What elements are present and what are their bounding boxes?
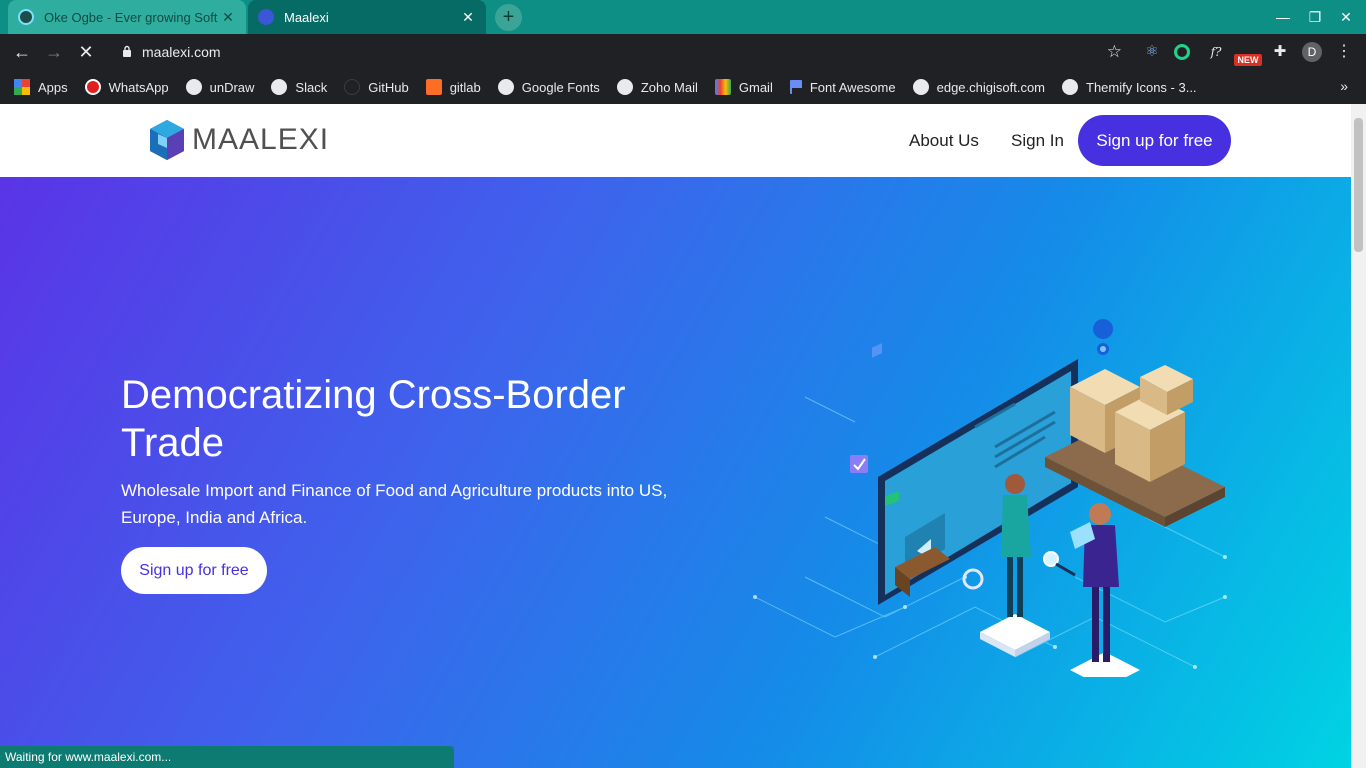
restore-icon[interactable]: ❐ <box>1299 0 1331 34</box>
menu-kebab-icon[interactable]: ⋮ <box>1334 42 1354 62</box>
stop-loading-icon[interactable]: ✕ <box>73 39 99 65</box>
tab-strip: Oke Ogbe - Ever growing Soft ✕ Maalexi ✕… <box>0 0 1366 34</box>
status-bar: Waiting for www.maalexi.com... <box>0 746 454 768</box>
back-icon[interactable]: ← <box>9 39 35 65</box>
bookmark-label: Slack <box>295 79 328 95</box>
profile-avatar[interactable]: D <box>1302 42 1322 62</box>
site-logo[interactable]: MAALEXI <box>148 118 329 162</box>
nav-signup-button[interactable]: Sign up for free <box>1078 115 1231 166</box>
trade-illustration <box>753 319 1227 677</box>
close-tab-icon[interactable]: ✕ <box>220 9 236 26</box>
bookmark-label: unDraw <box>209 79 255 95</box>
browser-toolbar: ← → ✕ maalexi.com ☆ ⚛ f? NEW ✚ D ⋮ <box>0 34 1366 70</box>
bookmark-star-icon[interactable]: ☆ <box>1107 42 1122 62</box>
page-scrollbar[interactable] <box>1351 104 1366 768</box>
bookmark-label: GitHub <box>368 79 409 95</box>
bookmark-label: Zoho Mail <box>640 79 698 95</box>
nav-sign-in[interactable]: Sign In <box>1011 131 1064 151</box>
whatfont-icon[interactable]: f? <box>1206 42 1226 62</box>
react-icon <box>18 9 34 25</box>
lock-icon <box>123 45 131 57</box>
hero-title: Democratizing Cross-Border Trade <box>121 373 626 465</box>
github-icon <box>344 79 361 95</box>
bookmark-undraw[interactable]: unDraw <box>185 79 255 95</box>
scrollbar-thumb[interactable] <box>1354 118 1363 252</box>
new-badge[interactable]: NEW <box>1234 54 1262 66</box>
close-tab-icon[interactable]: ✕ <box>460 9 476 26</box>
globe-icon <box>271 79 288 95</box>
url-text: maalexi.com <box>142 44 221 60</box>
web-page: MAALEXI About Us Sign In Sign up for fre… <box>0 104 1351 768</box>
tab-maalexi[interactable]: Maalexi ✕ <box>248 0 486 34</box>
nav-about-us[interactable]: About Us <box>909 131 979 151</box>
bookmark-label: gitlab <box>449 79 481 95</box>
more-bookmarks-icon[interactable]: » <box>1340 78 1348 94</box>
bookmark-label: Gmail <box>738 79 773 95</box>
hero-section: Democratizing Cross-Border Trade Wholesa… <box>0 177 1351 768</box>
forward-icon[interactable]: → <box>41 39 67 65</box>
site-header: MAALEXI About Us Sign In Sign up for fre… <box>0 104 1351 177</box>
bookmark-gmail[interactable]: Gmail <box>714 79 773 95</box>
tab-oke-ogbe[interactable]: Oke Ogbe - Ever growing Soft ✕ <box>8 0 246 34</box>
bookmark-font-awesome[interactable]: Font Awesome <box>789 79 896 95</box>
gmail-icon <box>714 79 731 95</box>
grammarly-icon[interactable] <box>1174 44 1190 60</box>
logo-text: MAALEXI <box>192 123 330 156</box>
bookmark-edge-chigisoft[interactable]: edge.chigisoft.com <box>912 79 1046 95</box>
bookmark-themify-icons[interactable]: Themify Icons - 3... <box>1062 79 1197 95</box>
bookmark-apps[interactable]: Apps <box>14 79 68 95</box>
globe-icon <box>497 79 514 95</box>
hero-subtitle: Wholesale Import and Finance of Food and… <box>121 481 668 527</box>
bookmark-gitlab[interactable]: gitlab <box>425 79 481 95</box>
bookmarks-bar: Apps WhatsApp unDraw Slack GitHub gitlab… <box>0 70 1366 104</box>
tab-title: Maalexi <box>284 9 329 25</box>
extensions-puzzle-icon[interactable]: ✚ <box>1270 42 1290 62</box>
bookmark-zoho-mail[interactable]: Zoho Mail <box>616 79 698 95</box>
tab-title: Oke Ogbe - Ever growing Soft <box>44 9 218 25</box>
new-tab-button[interactable]: + <box>495 4 522 31</box>
bookmark-google-fonts[interactable]: Google Fonts <box>497 79 600 95</box>
bookmark-label: Google Fonts <box>521 79 600 95</box>
close-window-icon[interactable]: ✕ <box>1330 0 1362 34</box>
bookmark-github[interactable]: GitHub <box>344 79 409 95</box>
gitlab-icon <box>425 79 442 95</box>
minimize-icon[interactable]: — <box>1267 0 1299 34</box>
maalexi-cube-icon <box>150 120 184 160</box>
bookmark-label: Font Awesome <box>809 79 896 95</box>
bookmark-label: Themify Icons - 3... <box>1086 79 1197 95</box>
whatsapp-icon <box>84 79 101 95</box>
bookmark-label: WhatsApp <box>108 79 169 95</box>
bookmark-slack[interactable]: Slack <box>271 79 327 95</box>
bookmark-label: Apps <box>38 79 68 95</box>
globe-icon <box>616 79 633 95</box>
globe-icon <box>912 79 929 95</box>
apps-grid-icon <box>14 79 30 95</box>
hero-signup-button[interactable]: Sign up for free <box>121 547 267 594</box>
react-devtools-icon[interactable]: ⚛ <box>1142 42 1162 62</box>
flag-icon <box>789 80 802 94</box>
globe-icon <box>1062 79 1079 95</box>
bookmark-label: edge.chigisoft.com <box>936 79 1046 95</box>
address-bar[interactable]: maalexi.com ☆ <box>108 37 1136 67</box>
maalexi-favicon-icon <box>258 9 274 25</box>
bookmark-whatsapp[interactable]: WhatsApp <box>84 79 169 95</box>
globe-icon <box>185 79 202 95</box>
